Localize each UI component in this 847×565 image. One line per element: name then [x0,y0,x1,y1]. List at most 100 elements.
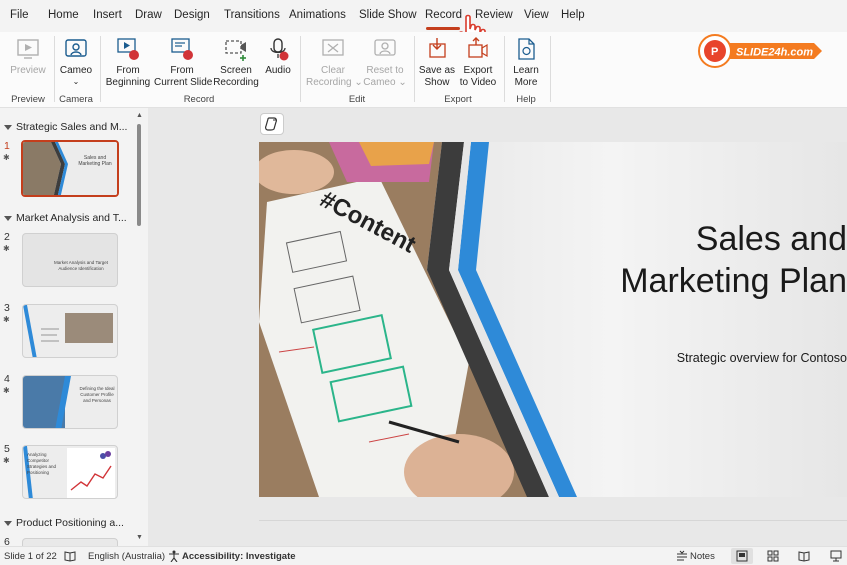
reset-to-cameo-icon [374,39,396,56]
reset-to-cameo-label-2: Cameo [363,77,396,88]
thumbnail-scrollbar-thumb[interactable] [137,124,141,226]
ribbon-separator [100,36,101,102]
microphone-icon [270,38,289,61]
export-to-video-button[interactable]: Export to Video [458,36,498,89]
slide-show-button[interactable] [830,550,842,565]
menu-help[interactable]: Help [561,9,585,21]
slide-thumbnail-6[interactable] [22,538,118,546]
notes-divider[interactable] [259,520,847,521]
menu-slide-show[interactable]: Slide Show [359,9,417,21]
audio-button[interactable]: Audio [262,36,294,77]
section-header[interactable]: Market Analysis and T... [4,212,127,224]
collapse-triangle-icon [4,520,12,526]
ribbon-separator [550,36,551,102]
group-label-help: Help [516,94,536,105]
slide-number: 2 [4,231,10,243]
menu-draw[interactable]: Draw [135,9,162,21]
main-slide-canvas[interactable]: #Content Sales and Marketing Plan Strate… [259,142,847,497]
menu-home[interactable]: Home [48,9,79,21]
reading-view-button[interactable] [798,550,810,565]
thumb-1-title: Sales and Marketing Plan [78,155,112,167]
menu-animations[interactable]: Animations [289,9,346,21]
export-to-video-label-2: to Video [459,77,497,88]
slide-thumbnail-1[interactable]: Sales and Marketing Plan [21,140,119,197]
animation-star-icon: ✱ [3,244,10,253]
group-label-export: Export [444,94,472,105]
audio-label: Audio [265,65,291,76]
scroll-down-icon[interactable]: ▼ [136,534,143,541]
section-title: Market Analysis and T... [16,212,127,224]
slide-number: 1 [4,140,10,152]
save-as-show-button[interactable]: Save as Show [418,36,456,89]
slide-sorter-button[interactable] [767,550,779,565]
group-label-record: Record [183,94,215,105]
animation-star-icon: ✱ [3,456,10,465]
slide-thumbnail-4[interactable]: Defining the Ideal Customer Profile and … [22,375,118,429]
slide-thumbnail-5[interactable]: Analyzing Competitor Strategies and Posi… [22,445,118,499]
clear-recording-label-2-row: Recording ⌄ [306,77,363,89]
slide-counter[interactable]: Slide 1 of 22 [4,551,57,562]
menu-file[interactable]: File [10,9,29,21]
reset-to-cameo-button[interactable]: Reset to Cameo ⌄ [362,36,408,89]
notes-button[interactable]: Notes [690,551,715,562]
menu-view[interactable]: View [524,9,549,21]
slide-title-line-2: Marketing Plan [620,262,847,300]
chevron-down-icon: ⌄ [72,77,80,86]
spelling-check-icon[interactable] [64,550,76,565]
record-from-beginning-icon [117,38,139,60]
slide-number: 4 [4,373,10,385]
language-indicator[interactable]: English (Australia) [88,551,165,562]
scroll-up-icon[interactable]: ▲ [136,112,143,119]
clear-recording-label-1: Clear [321,65,345,76]
learn-more-icon [518,38,535,60]
from-current-slide-button[interactable]: From Current Slide [154,36,213,89]
learn-more-label-2: More [514,77,538,88]
animation-star-icon: ✱ [3,153,10,162]
normal-view-icon [736,550,748,562]
section-title: Product Positioning a... [16,517,124,529]
accessibility-status[interactable]: Accessibility: Investigate [182,551,296,562]
from-beginning-button[interactable]: From Beginning [104,36,152,89]
ribbon-separator [414,36,415,102]
menu-insert[interactable]: Insert [93,9,122,21]
status-bar: Slide 1 of 22 English (Australia) Access… [0,546,847,565]
screen-recording-button[interactable]: Screen Recording [212,36,260,89]
from-current-label-2: Current Slide [154,77,213,88]
slide-thumbnail-3[interactable] [22,304,118,358]
preview-button[interactable]: Preview [8,36,48,77]
menu-bar: File Home Insert Draw Design Transitions… [0,0,847,49]
group-label-edit: Edit [348,94,366,105]
learn-more-button[interactable]: Learn More [508,36,544,89]
clear-recording-button[interactable]: Clear Recording ⌄ [306,36,363,89]
clear-recording-label-2: Recording [306,77,352,88]
normal-view-button[interactable] [731,548,753,564]
save-as-show-label-2: Show [424,77,450,88]
slide-show-icon [830,550,842,562]
screen-recording-icon [225,40,246,61]
from-current-label-1: From [170,65,194,76]
learn-more-label-1: Learn [513,65,539,76]
menu-design[interactable]: Design [174,9,210,21]
preview-icon [17,39,39,59]
screen-recording-label-1: Screen [220,65,252,76]
copilot-button[interactable] [260,113,284,135]
reset-to-cameo-label-1: Reset to [366,65,404,76]
slide-title[interactable]: Sales and Marketing Plan [507,218,847,302]
slide-title-line-1: Sales and [695,220,847,258]
section-header[interactable]: Product Positioning a... [4,517,124,529]
cameo-button[interactable]: Cameo ⌄ [58,36,94,86]
logo-text: SLIDE24h.com [736,47,813,59]
slide-thumbnail-2[interactable]: Market Analysis and Target Audience Iden… [22,233,118,287]
slide-photo-graphic: #Content [259,142,847,497]
menu-transitions[interactable]: Transitions [224,9,280,21]
cameo-label: Cameo [59,65,93,76]
preview-label: Preview [10,65,46,76]
chevron-down-icon: ⌄ [398,77,407,88]
record-from-current-icon [171,38,193,60]
active-tab-indicator [426,27,460,30]
section-header[interactable]: Strategic Sales and M... [4,121,127,133]
thumb-4-title: Defining the Ideal Customer Profile and … [79,386,115,403]
group-label-preview: Preview [11,94,45,105]
slide24h-logo: P SLIDE24h.com [698,34,822,68]
slide-subtitle[interactable]: Strategic overview for Contoso [627,351,847,365]
